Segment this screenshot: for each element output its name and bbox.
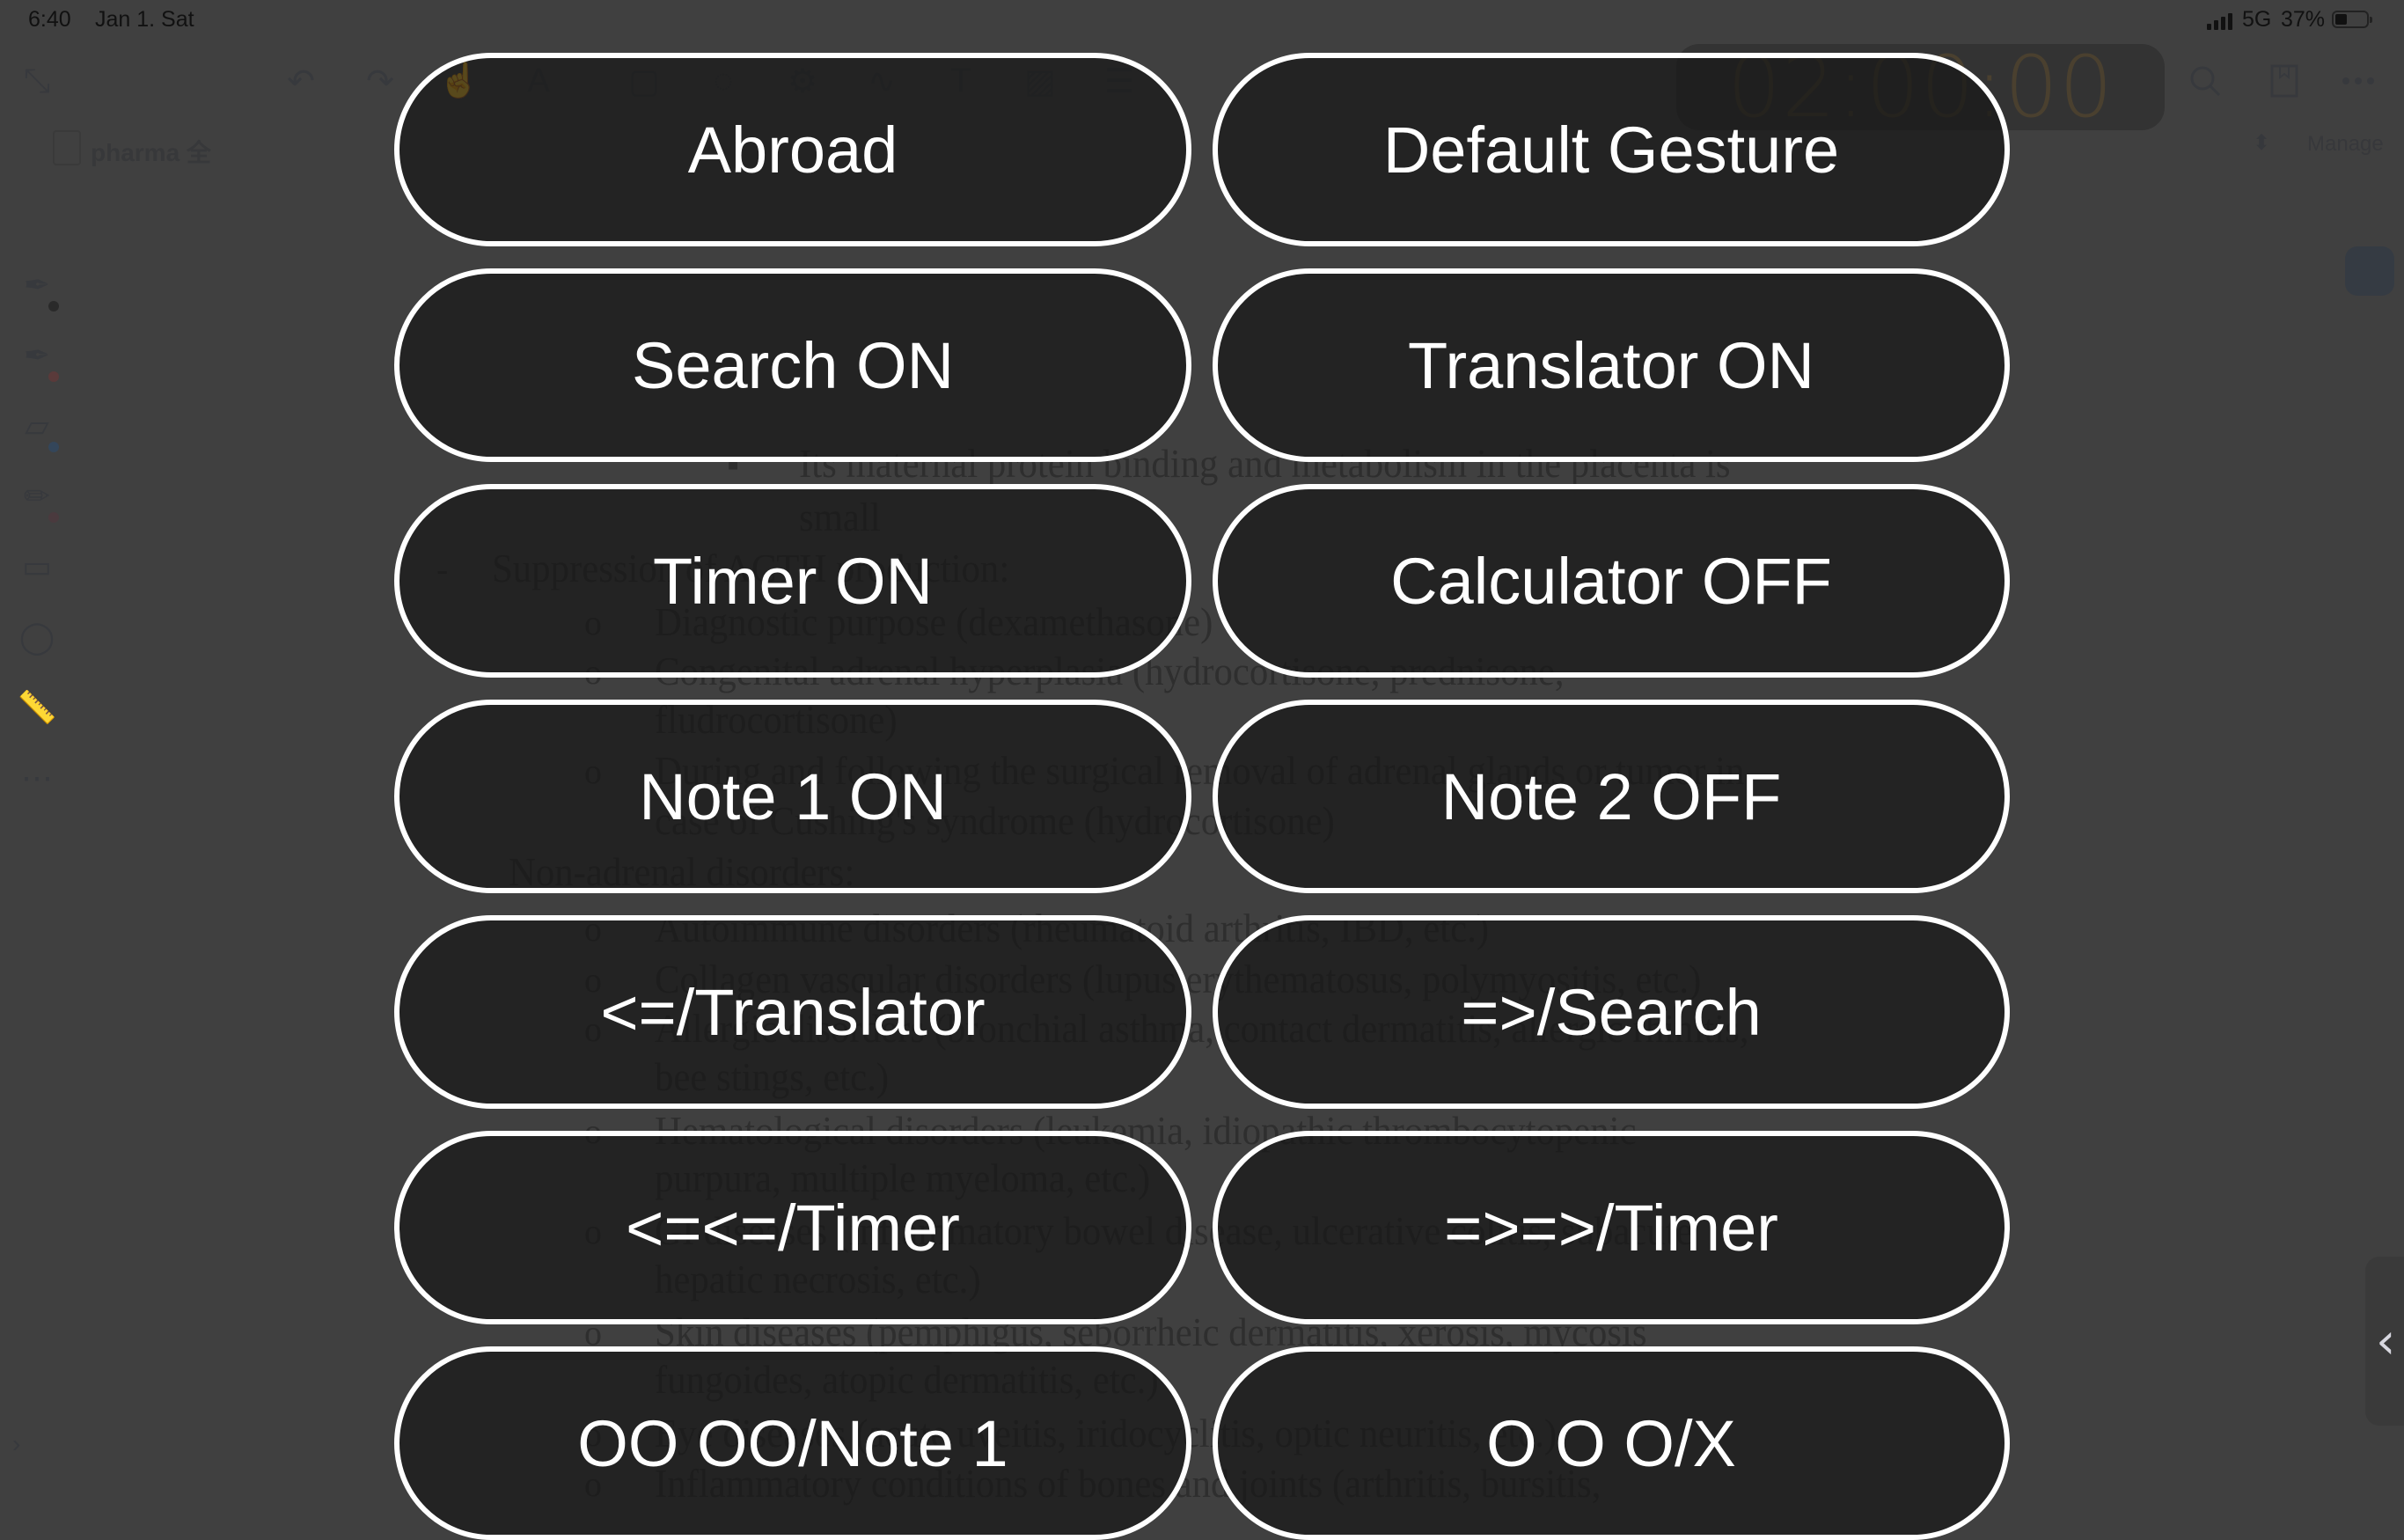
network-type: 5G [2242, 7, 2272, 32]
document-title[interactable]: pharma 全 [91, 134, 211, 169]
pen-color-dot [48, 442, 59, 452]
lasso-icon[interactable]: ◯ [16, 616, 58, 658]
bookmark-icon[interactable] [2265, 62, 2304, 100]
manage-button[interactable]: Manage [2307, 132, 2384, 157]
gesture-button-label: OO OO/Note 1 [577, 1406, 1008, 1480]
more-icon[interactable] [2339, 62, 2378, 100]
app-avatar-icon[interactable] [2345, 246, 2394, 296]
gesture-button-translator[interactable]: <=/Translator [394, 915, 1191, 1109]
gesture-button-translator-on[interactable]: Translator ON [1213, 268, 2010, 462]
document-icon [53, 130, 81, 165]
gesture-button-label: <=<=/Timer [626, 1191, 960, 1265]
fountain-pen-icon[interactable]: ✒ [16, 264, 58, 306]
gesture-button-timer[interactable]: =>=>/Timer [1213, 1131, 2010, 1324]
chevron-left-icon: ‹ [2376, 1312, 2396, 1370]
gesture-button-calculator-off[interactable]: Calculator OFF [1213, 484, 2010, 678]
collapse-icon[interactable]: ⤡ [18, 62, 56, 100]
gesture-button-note-1-on[interactable]: Note 1 ON [394, 700, 1191, 893]
pen-color-dot [48, 512, 59, 523]
gesture-button-default-gesture[interactable]: Default Gesture [1213, 53, 2010, 246]
gesture-button-label: =>=>/Timer [1444, 1191, 1778, 1265]
highlighter-icon[interactable]: ▱ [16, 405, 58, 447]
gesture-button-abroad[interactable]: Abroad [394, 53, 1191, 246]
gesture-button-timer[interactable]: <=<=/Timer [394, 1131, 1191, 1324]
edge-handle[interactable]: ‹ [2365, 1257, 2404, 1426]
undo-icon[interactable]: ↶ [282, 62, 320, 100]
more-icon[interactable]: ⋯ [16, 757, 58, 799]
status-time: 6:40 [28, 7, 71, 32]
gesture-button-label: Note 2 OFF [1440, 759, 1782, 833]
gesture-button-label: Default Gesture [1382, 113, 1840, 187]
ruler-icon[interactable]: 📏 [16, 686, 58, 729]
redo-icon[interactable]: ↷ [361, 62, 399, 100]
eraser-icon[interactable]: ▭ [16, 546, 58, 588]
gesture-button-note-2-off[interactable]: Note 2 OFF [1213, 700, 2010, 893]
gesture-button-label: Timer ON [653, 544, 933, 618]
fountain-pen-icon[interactable]: ✒ [16, 334, 58, 377]
search-icon[interactable] [2186, 62, 2224, 100]
gesture-button-search[interactable]: =>/Search [1213, 915, 2010, 1109]
gesture-button-label: <=/Translator [600, 975, 986, 1049]
gesture-button-label: Translator ON [1408, 328, 1814, 402]
battery-icon [2332, 11, 2372, 28]
cellular-signal-icon [2207, 12, 2235, 30]
pencil-icon[interactable]: ✏ [16, 475, 58, 517]
gesture-button-label: Search ON [631, 328, 955, 402]
gesture-button-oo-oo-note-1[interactable]: OO OO/Note 1 [394, 1346, 1191, 1540]
pen-color-dot [48, 371, 59, 382]
pen-color-dot [48, 301, 59, 312]
gesture-button-label: Abroad [687, 113, 898, 187]
gesture-button-o-o-o-x[interactable]: O O O/X [1213, 1346, 2010, 1540]
gesture-button-search-on[interactable]: Search ON [394, 268, 1191, 462]
gesture-button-label: =>/Search [1461, 975, 1762, 1049]
gesture-button-label: Note 1 ON [639, 759, 947, 833]
sort-icon[interactable]: ⬍ [2253, 130, 2270, 156]
gesture-button-label: O O O/X [1486, 1406, 1736, 1480]
status-date: Jan 1. Sat [95, 7, 194, 32]
expand-chevron-icon[interactable]: › [12, 1430, 20, 1458]
battery-percent: 37% [2281, 7, 2326, 32]
gesture-button-label: Calculator OFF [1390, 544, 1832, 618]
gesture-button-timer-on[interactable]: Timer ON [394, 484, 1191, 678]
